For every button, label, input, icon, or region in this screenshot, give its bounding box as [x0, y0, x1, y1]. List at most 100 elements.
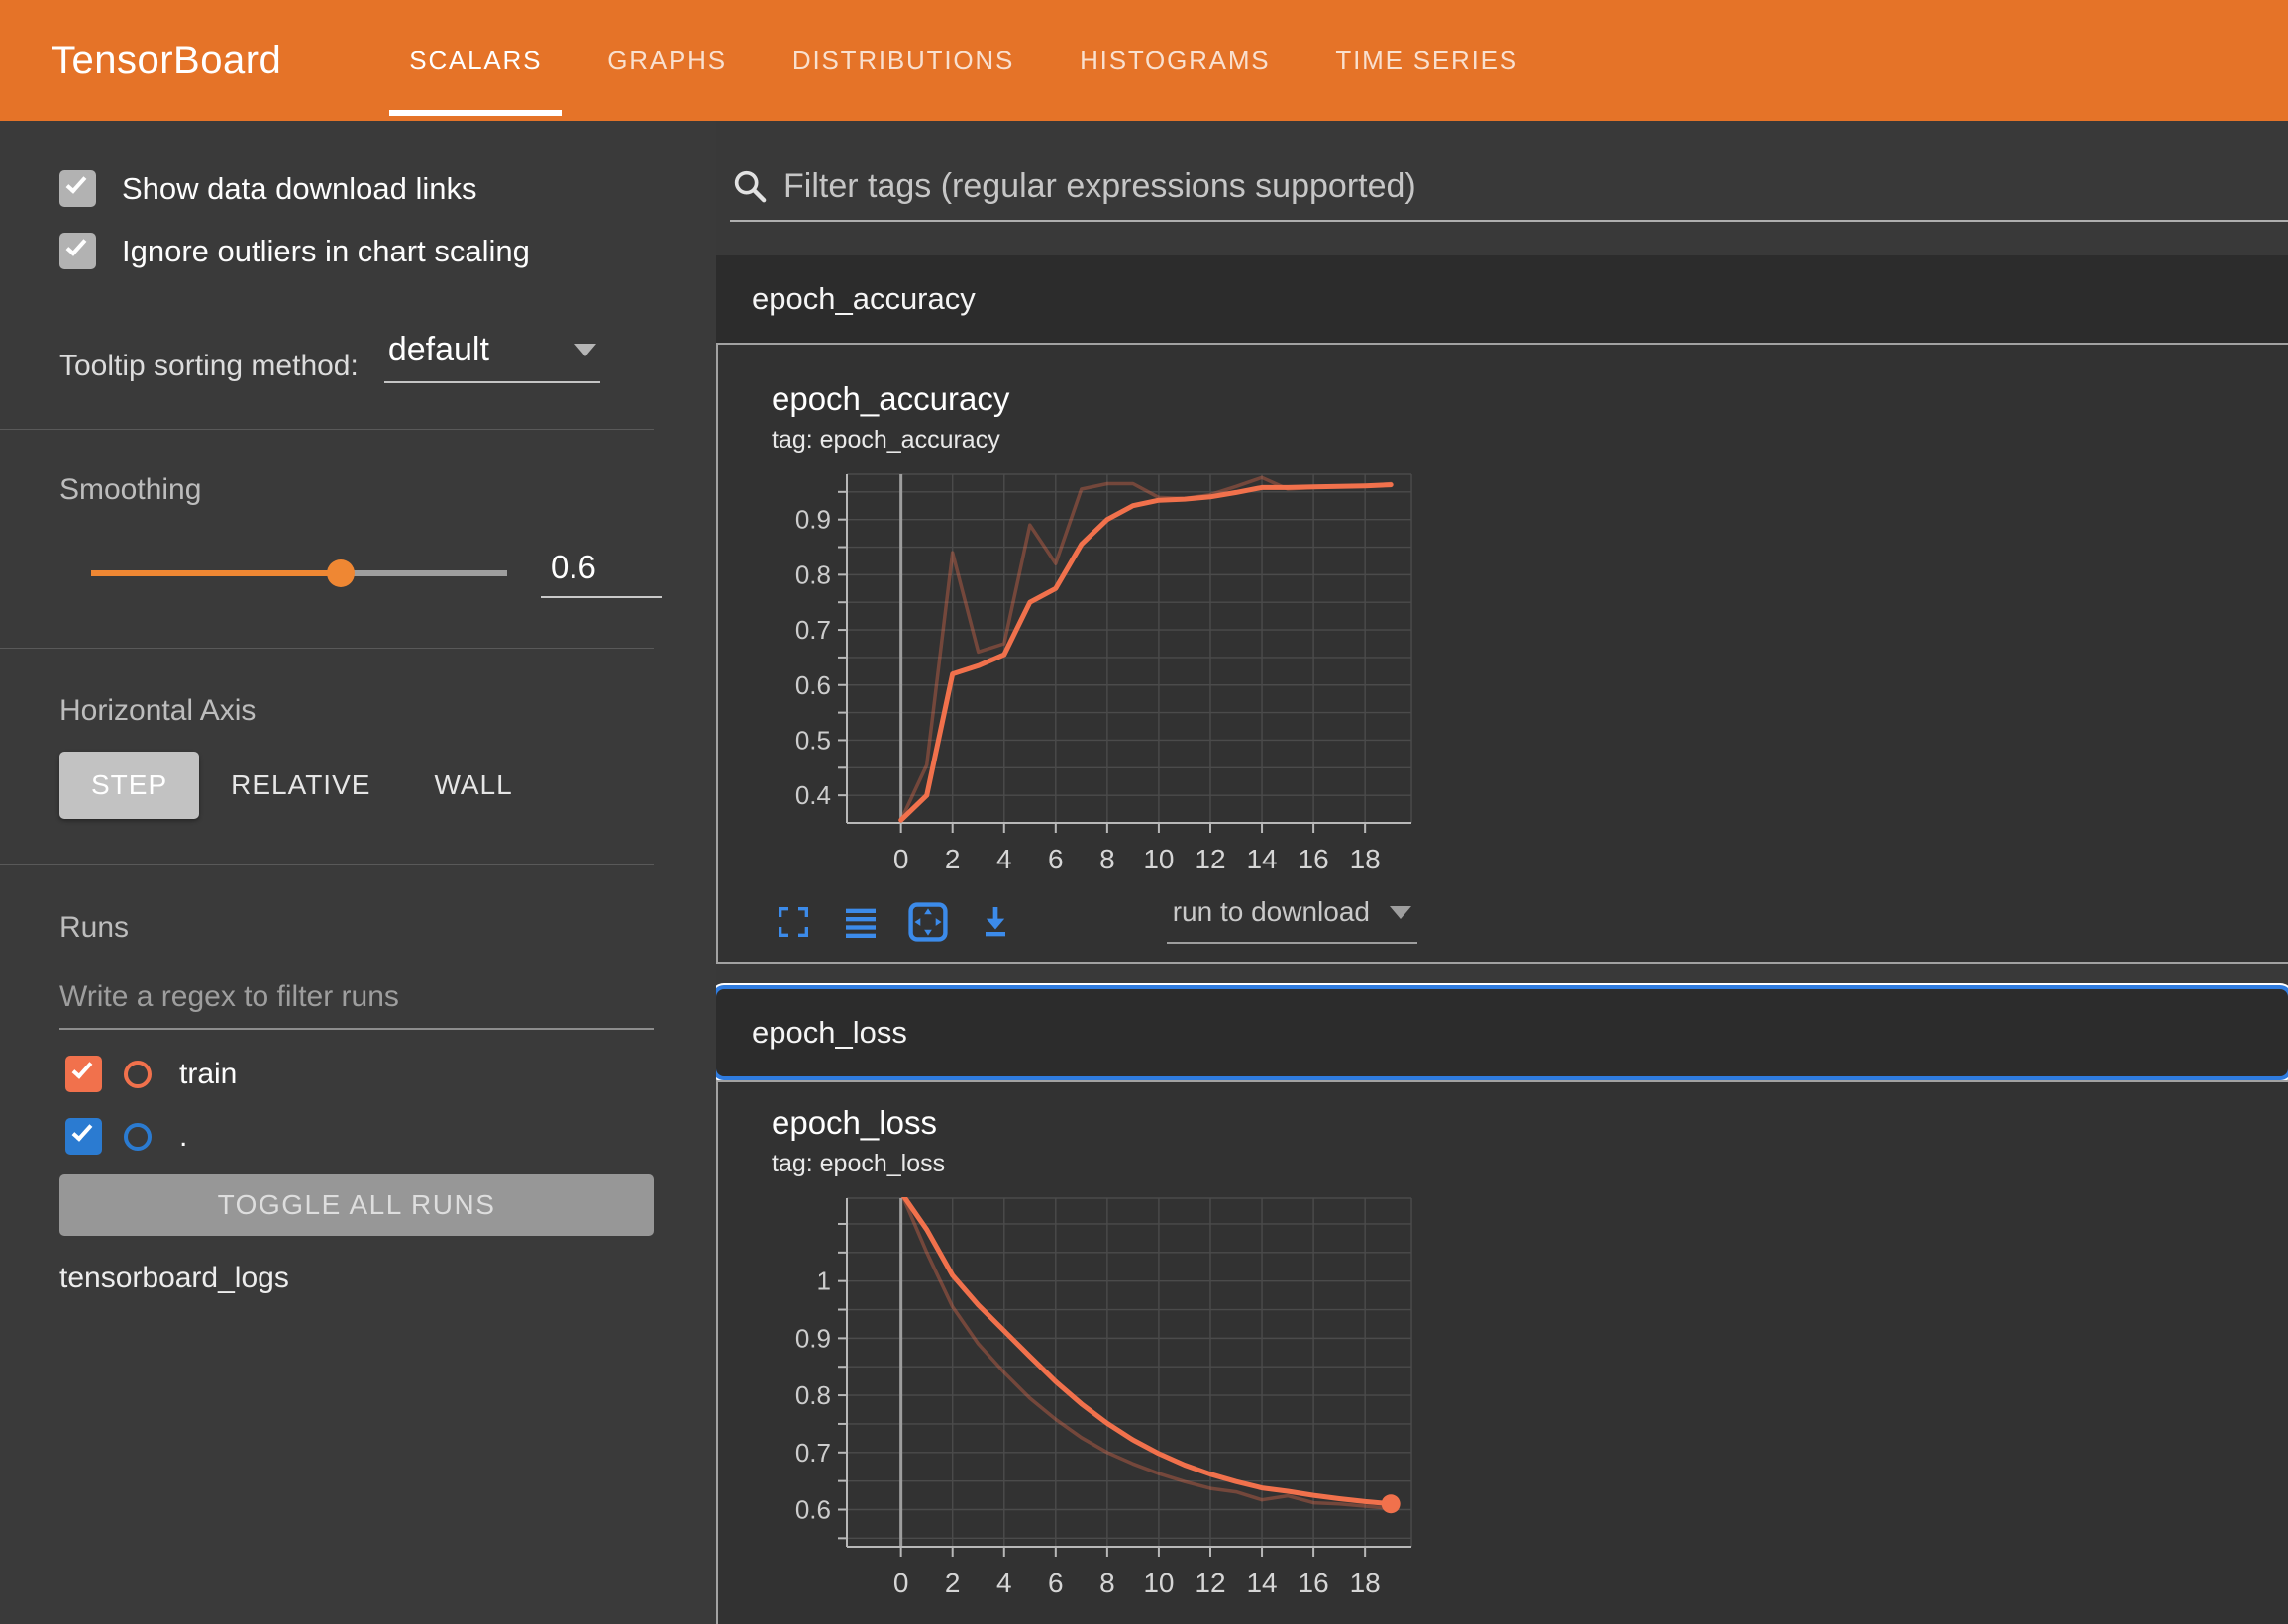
svg-text:14: 14: [1246, 1568, 1277, 1598]
smoothing-label: Smoothing: [0, 473, 716, 507]
svg-text:2: 2: [945, 844, 961, 874]
download-icon[interactable]: [974, 900, 1017, 944]
main-content: epoch_accuracy epoch_accuracy tag: epoch…: [716, 121, 2288, 1624]
pane-title: epoch_accuracy: [752, 281, 976, 317]
svg-text:18: 18: [1350, 1568, 1381, 1598]
run-row-train[interactable]: train: [0, 1056, 716, 1092]
tab-bar: SCALARS GRAPHS DISTRIBUTIONS HISTOGRAMS …: [376, 0, 1551, 121]
run-to-download-select[interactable]: run to download: [1167, 896, 1417, 944]
run-train-label: train: [179, 1058, 237, 1091]
scalar-card-epoch-loss: epoch_loss tag: epoch_loss 0.60.70.80.91…: [716, 1080, 2288, 1624]
horizontal-axis-label: Horizontal Axis: [0, 694, 716, 728]
svg-text:0.6: 0.6: [795, 670, 831, 700]
show-download-links-checkbox[interactable]: [59, 170, 96, 207]
tooltip-sorting-label: Tooltip sorting method:: [59, 350, 359, 383]
runs-selector-icon[interactable]: [839, 900, 883, 944]
svg-text:6: 6: [1048, 844, 1064, 874]
runs-label: Runs: [0, 911, 716, 945]
tooltip-sorting-row: Tooltip sorting method: default: [0, 331, 716, 383]
svg-text:0.6: 0.6: [795, 1494, 831, 1524]
svg-text:12: 12: [1195, 1568, 1225, 1598]
check-icon: [72, 1058, 93, 1079]
search-icon: [730, 166, 770, 206]
run-train-checkbox[interactable]: [65, 1056, 102, 1092]
tooltip-sorting-select[interactable]: default: [384, 331, 600, 383]
sidebar-divider: [0, 429, 654, 430]
runs-directory-label: tensorboard_logs: [0, 1262, 716, 1295]
app-header: TensorBoard SCALARS GRAPHS DISTRIBUTIONS…: [0, 0, 2288, 121]
check-icon: [66, 235, 87, 256]
chart-tag: tag: epoch_loss: [772, 1150, 2288, 1178]
svg-text:16: 16: [1299, 1568, 1329, 1598]
settings-sidebar: Show data download links Ignore outliers…: [0, 121, 716, 1624]
run-dot-label: .: [179, 1120, 187, 1154]
pane-header-epoch-loss[interactable]: epoch_loss: [716, 989, 2288, 1076]
svg-text:8: 8: [1099, 1568, 1115, 1598]
svg-text:16: 16: [1299, 844, 1329, 874]
svg-text:1: 1: [817, 1267, 831, 1296]
svg-text:0.8: 0.8: [795, 559, 831, 589]
slider-thumb[interactable]: [327, 559, 355, 587]
fit-domain-icon[interactable]: [906, 900, 950, 944]
run-to-download-label: run to download: [1173, 1620, 1370, 1624]
run-to-download-select[interactable]: run to download: [1167, 1620, 1417, 1624]
filter-tags-row: [730, 166, 2288, 222]
epoch-loss-chart[interactable]: 0.60.70.80.91024681012141618: [772, 1184, 1417, 1612]
tab-scalars[interactable]: SCALARS: [389, 0, 562, 121]
toggle-all-runs-button[interactable]: TOGGLE ALL RUNS: [59, 1174, 654, 1236]
svg-text:18: 18: [1350, 844, 1381, 874]
svg-text:4: 4: [996, 844, 1012, 874]
chart-toolbar-icons: [772, 900, 1017, 944]
run-to-download-label: run to download: [1173, 896, 1370, 928]
filter-tags-input[interactable]: [783, 167, 2288, 206]
tab-histograms[interactable]: HISTOGRAMS: [1060, 0, 1290, 121]
sidebar-divider: [0, 864, 654, 865]
smoothing-value-field[interactable]: 0.6: [541, 549, 662, 598]
scalar-card-epoch-accuracy: epoch_accuracy tag: epoch_accuracy 0.40.…: [716, 343, 2288, 964]
sidebar-divider: [0, 648, 654, 649]
tab-graphs[interactable]: GRAPHS: [587, 0, 747, 121]
chart-tag: tag: epoch_accuracy: [772, 426, 2288, 455]
svg-text:10: 10: [1143, 844, 1174, 874]
svg-text:8: 8: [1099, 844, 1115, 874]
smoothing-slider[interactable]: [91, 558, 507, 588]
svg-text:0: 0: [893, 844, 909, 874]
run-row-dot[interactable]: .: [0, 1118, 716, 1155]
svg-text:4: 4: [996, 1568, 1012, 1598]
runs-regex-input[interactable]: [59, 974, 654, 1030]
epoch-accuracy-chart[interactable]: 0.40.50.60.70.80.9024681012141618: [772, 460, 1417, 888]
pane-epoch-accuracy: epoch_accuracy epoch_accuracy tag: epoch…: [716, 255, 2288, 964]
chart-title: epoch_loss: [772, 1104, 2288, 1142]
tab-time-series[interactable]: TIME SERIES: [1315, 0, 1538, 121]
wall-axis-button[interactable]: WALL: [402, 752, 544, 819]
app-title: TensorBoard: [52, 0, 281, 121]
smoothing-slider-row: 0.6: [0, 549, 716, 598]
check-icon: [66, 172, 87, 194]
svg-text:2: 2: [945, 1568, 961, 1598]
horizontal-axis-button-group: STEP RELATIVE WALL: [0, 752, 716, 819]
svg-text:6: 6: [1048, 1568, 1064, 1598]
run-dot-checkbox[interactable]: [65, 1118, 102, 1155]
tab-distributions[interactable]: DISTRIBUTIONS: [773, 0, 1034, 121]
ignore-outliers-row[interactable]: Ignore outliers in chart scaling: [0, 233, 716, 269]
pane-header-epoch-accuracy[interactable]: epoch_accuracy: [716, 255, 2288, 343]
svg-text:0.9: 0.9: [795, 505, 831, 535]
slider-fill: [91, 570, 341, 576]
run-dot-color-circle-icon: [124, 1123, 152, 1151]
tooltip-sorting-value: default: [388, 331, 489, 369]
pane-title: epoch_loss: [752, 1015, 907, 1051]
svg-text:12: 12: [1195, 844, 1225, 874]
step-axis-button[interactable]: STEP: [59, 752, 199, 819]
svg-text:14: 14: [1246, 844, 1277, 874]
ignore-outliers-checkbox[interactable]: [59, 233, 96, 269]
svg-text:0: 0: [893, 1568, 909, 1598]
show-download-links-row[interactable]: Show data download links: [0, 170, 716, 207]
check-icon: [72, 1120, 93, 1142]
relative-axis-button[interactable]: RELATIVE: [199, 752, 402, 819]
show-download-links-label: Show data download links: [122, 171, 476, 207]
svg-text:0.7: 0.7: [795, 615, 831, 645]
fullscreen-icon[interactable]: [772, 900, 815, 944]
svg-text:10: 10: [1143, 1568, 1174, 1598]
ignore-outliers-label: Ignore outliers in chart scaling: [122, 234, 530, 269]
svg-text:0.7: 0.7: [795, 1438, 831, 1468]
